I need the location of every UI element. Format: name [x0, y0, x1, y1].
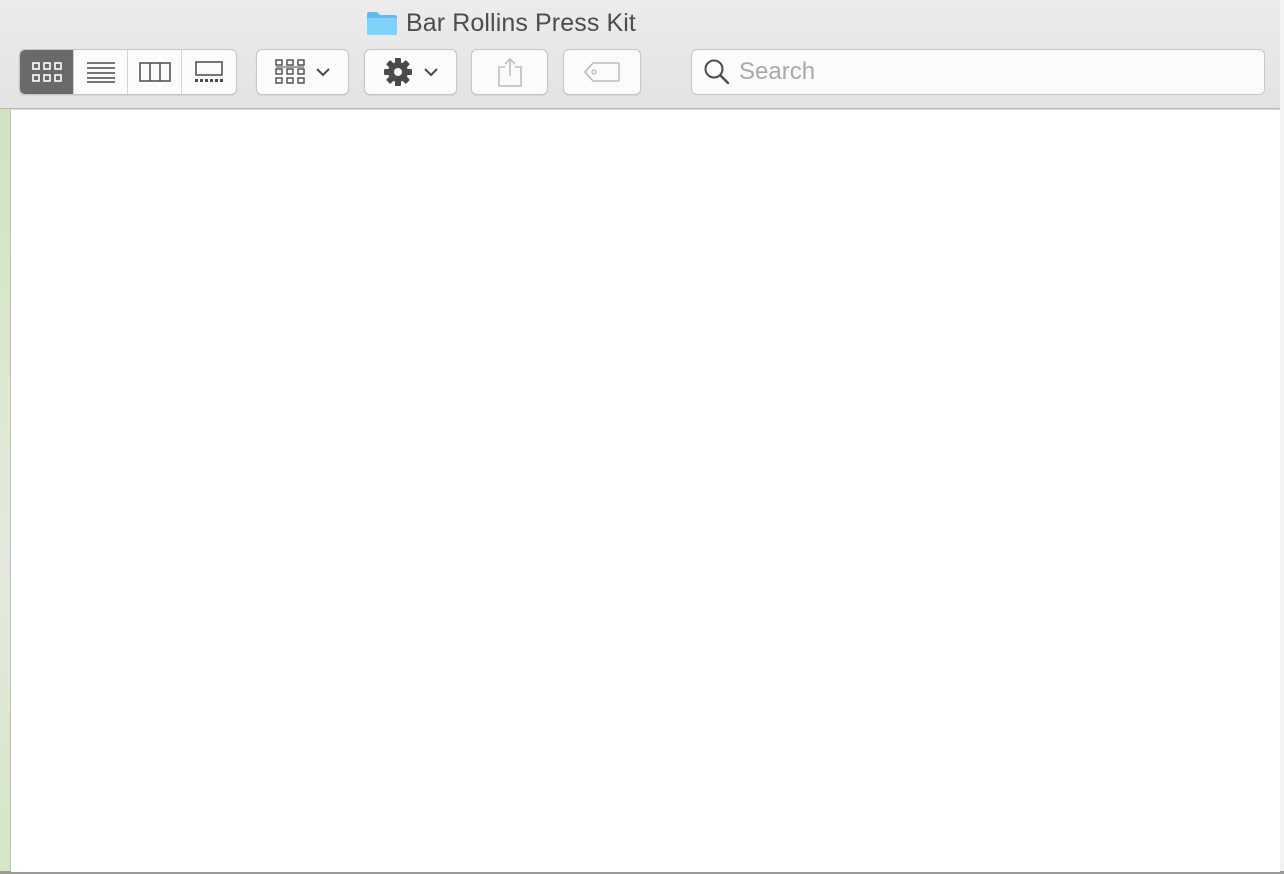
gallery-view-button[interactable]	[182, 50, 236, 94]
view-mode-control	[19, 49, 237, 95]
group-by-button[interactable]	[256, 49, 349, 95]
column-view-button[interactable]	[128, 50, 182, 94]
list-lines-icon	[86, 62, 115, 83]
window-title-text: Bar Rollins Press Kit	[406, 8, 636, 37]
tag-button[interactable]	[563, 49, 641, 95]
search-field[interactable]	[691, 49, 1265, 95]
window-toolbar: Bar Rollins Press Kit	[0, 0, 1280, 109]
group-grid-icon	[274, 59, 305, 84]
gear-icon	[383, 58, 412, 86]
finder-window: Bar Rollins Press Kit	[0, 0, 1280, 872]
search-icon	[704, 59, 730, 85]
icon-view-button[interactable]	[20, 50, 74, 94]
action-button[interactable]	[364, 49, 457, 95]
chevron-down-icon	[315, 68, 330, 77]
folder-icon	[367, 12, 397, 35]
icon-grid-icon	[31, 62, 62, 82]
gallery-icon	[195, 61, 223, 82]
window-title: Bar Rollins Press Kit	[366, 7, 636, 39]
search-input[interactable]	[739, 58, 1239, 86]
share-button[interactable]	[471, 49, 548, 95]
columns-icon	[138, 62, 171, 82]
folder-content-area[interactable]	[11, 110, 1280, 872]
share-icon	[497, 57, 522, 87]
chevron-down-icon	[423, 68, 438, 77]
list-view-button[interactable]	[74, 50, 128, 94]
tag-icon	[584, 62, 620, 82]
